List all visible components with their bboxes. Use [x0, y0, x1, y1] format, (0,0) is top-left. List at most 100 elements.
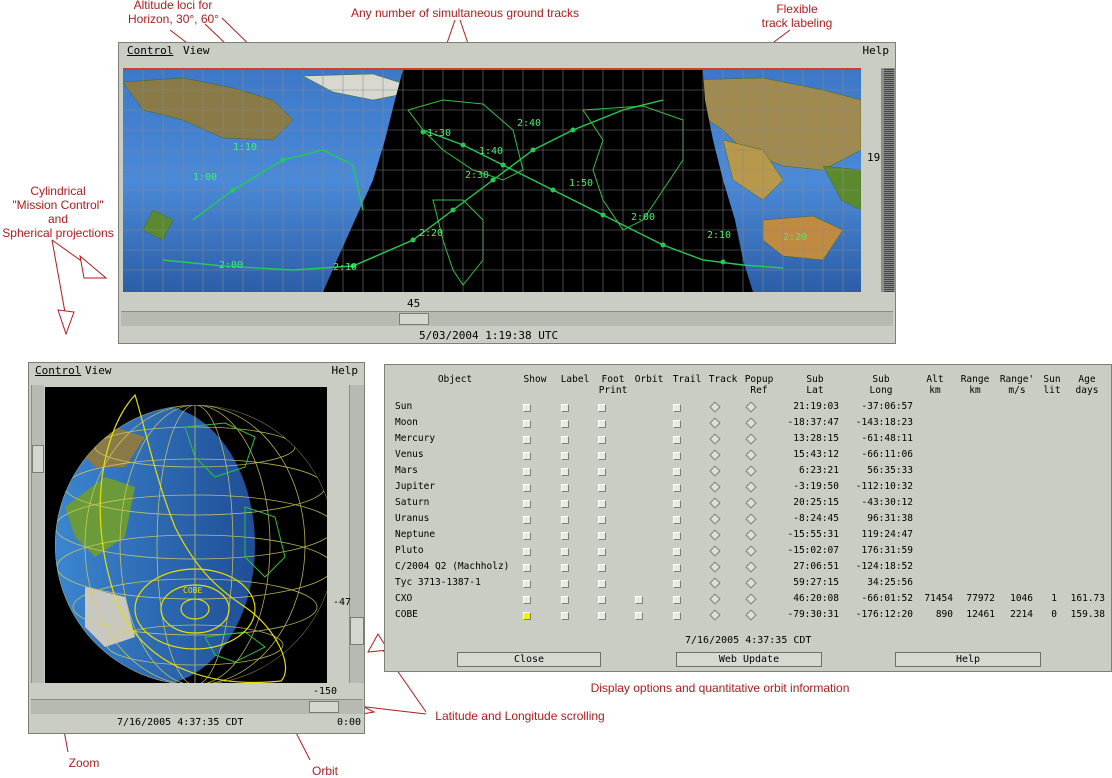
orbit-checkbox[interactable]	[635, 596, 643, 604]
show-checkbox[interactable]	[523, 564, 531, 572]
web-update-button[interactable]: Web Update	[676, 652, 822, 667]
show-checkbox[interactable]	[523, 404, 531, 412]
popup-ref-toggle[interactable]	[745, 465, 757, 477]
trail-checkbox[interactable]	[673, 452, 681, 460]
footprint-checkbox[interactable]	[598, 548, 606, 556]
show-checkbox[interactable]	[523, 580, 531, 588]
footprint-checkbox[interactable]	[598, 484, 606, 492]
map-horizontal-scroll-thumb[interactable]	[399, 313, 429, 325]
label-checkbox[interactable]	[561, 516, 569, 524]
trail-checkbox[interactable]	[673, 516, 681, 524]
footprint-checkbox[interactable]	[598, 436, 606, 444]
label-checkbox[interactable]	[561, 404, 569, 412]
map-menu-help[interactable]: Help	[863, 44, 890, 57]
popup-ref-toggle[interactable]	[745, 433, 757, 445]
map-menu-view[interactable]: View	[183, 44, 210, 57]
track-toggle[interactable]	[709, 481, 721, 493]
trail-checkbox[interactable]	[673, 580, 681, 588]
track-toggle[interactable]	[709, 433, 721, 445]
popup-ref-toggle[interactable]	[745, 417, 757, 429]
globe-menu-help[interactable]: Help	[332, 364, 359, 377]
popup-ref-toggle[interactable]	[745, 561, 757, 573]
trail-checkbox[interactable]	[673, 484, 681, 492]
footprint-checkbox[interactable]	[598, 596, 606, 604]
footprint-checkbox[interactable]	[598, 452, 606, 460]
globe-longitude-scrollbar[interactable]	[31, 699, 363, 714]
label-checkbox[interactable]	[561, 612, 569, 620]
popup-ref-toggle[interactable]	[745, 577, 757, 589]
popup-ref-toggle[interactable]	[745, 609, 757, 621]
label-checkbox[interactable]	[561, 452, 569, 460]
popup-ref-toggle[interactable]	[745, 449, 757, 461]
label-checkbox[interactable]	[561, 532, 569, 540]
popup-ref-toggle[interactable]	[745, 593, 757, 605]
globe-zoom-thumb[interactable]	[32, 445, 44, 473]
footprint-checkbox[interactable]	[598, 468, 606, 476]
trail-checkbox[interactable]	[673, 532, 681, 540]
track-toggle[interactable]	[709, 561, 721, 573]
track-toggle[interactable]	[709, 609, 721, 621]
footprint-checkbox[interactable]	[598, 612, 606, 620]
label-checkbox[interactable]	[561, 548, 569, 556]
label-checkbox[interactable]	[561, 484, 569, 492]
show-checkbox[interactable]	[523, 532, 531, 540]
close-button[interactable]: Close	[457, 652, 601, 667]
map-menu-control[interactable]: Control	[127, 44, 173, 57]
show-checkbox[interactable]	[523, 548, 531, 556]
track-toggle[interactable]	[709, 545, 721, 557]
trail-checkbox[interactable]	[673, 548, 681, 556]
track-toggle[interactable]	[709, 465, 721, 477]
popup-ref-toggle[interactable]	[745, 401, 757, 413]
track-toggle[interactable]	[709, 513, 721, 525]
trail-checkbox[interactable]	[673, 564, 681, 572]
footprint-checkbox[interactable]	[598, 420, 606, 428]
popup-ref-toggle[interactable]	[745, 481, 757, 493]
show-checkbox[interactable]	[523, 452, 531, 460]
show-checkbox[interactable]	[523, 612, 531, 620]
popup-ref-toggle[interactable]	[745, 529, 757, 541]
map-vertical-scrollbar[interactable]	[881, 68, 896, 292]
trail-checkbox[interactable]	[673, 404, 681, 412]
cylindrical-map[interactable]: 1:30 1:40 1:50 2:00 2:10 2:20 2:30 2:40 …	[123, 68, 861, 292]
spherical-globe[interactable]: COBE	[45, 387, 327, 683]
show-checkbox[interactable]	[523, 500, 531, 508]
globe-latitude-scrollbar[interactable]	[349, 385, 364, 683]
help-button[interactable]: Help	[895, 652, 1041, 667]
track-toggle[interactable]	[709, 577, 721, 589]
label-checkbox[interactable]	[561, 436, 569, 444]
show-checkbox[interactable]	[523, 516, 531, 524]
track-toggle[interactable]	[709, 593, 721, 605]
globe-menu-view[interactable]: View	[85, 364, 112, 377]
footprint-checkbox[interactable]	[598, 532, 606, 540]
popup-ref-toggle[interactable]	[745, 545, 757, 557]
footprint-checkbox[interactable]	[598, 500, 606, 508]
globe-menu-control[interactable]: Control	[35, 364, 81, 377]
trail-checkbox[interactable]	[673, 612, 681, 620]
footprint-checkbox[interactable]	[598, 404, 606, 412]
show-checkbox[interactable]	[523, 484, 531, 492]
footprint-checkbox[interactable]	[598, 580, 606, 588]
show-checkbox[interactable]	[523, 436, 531, 444]
label-checkbox[interactable]	[561, 468, 569, 476]
globe-latitude-thumb[interactable]	[350, 617, 364, 645]
footprint-checkbox[interactable]	[598, 516, 606, 524]
globe-longitude-thumb[interactable]	[309, 701, 339, 713]
show-checkbox[interactable]	[523, 596, 531, 604]
track-toggle[interactable]	[709, 417, 721, 429]
footprint-checkbox[interactable]	[598, 564, 606, 572]
map-horizontal-scrollbar[interactable]	[121, 311, 893, 326]
track-toggle[interactable]	[709, 529, 721, 541]
track-toggle[interactable]	[709, 449, 721, 461]
trail-checkbox[interactable]	[673, 500, 681, 508]
label-checkbox[interactable]	[561, 596, 569, 604]
globe-zoom-scrollbar[interactable]	[31, 385, 44, 683]
trail-checkbox[interactable]	[673, 420, 681, 428]
orbit-checkbox[interactable]	[635, 612, 643, 620]
show-checkbox[interactable]	[523, 420, 531, 428]
popup-ref-toggle[interactable]	[745, 497, 757, 509]
label-checkbox[interactable]	[561, 564, 569, 572]
track-toggle[interactable]	[709, 401, 721, 413]
trail-checkbox[interactable]	[673, 468, 681, 476]
popup-ref-toggle[interactable]	[745, 513, 757, 525]
label-checkbox[interactable]	[561, 580, 569, 588]
